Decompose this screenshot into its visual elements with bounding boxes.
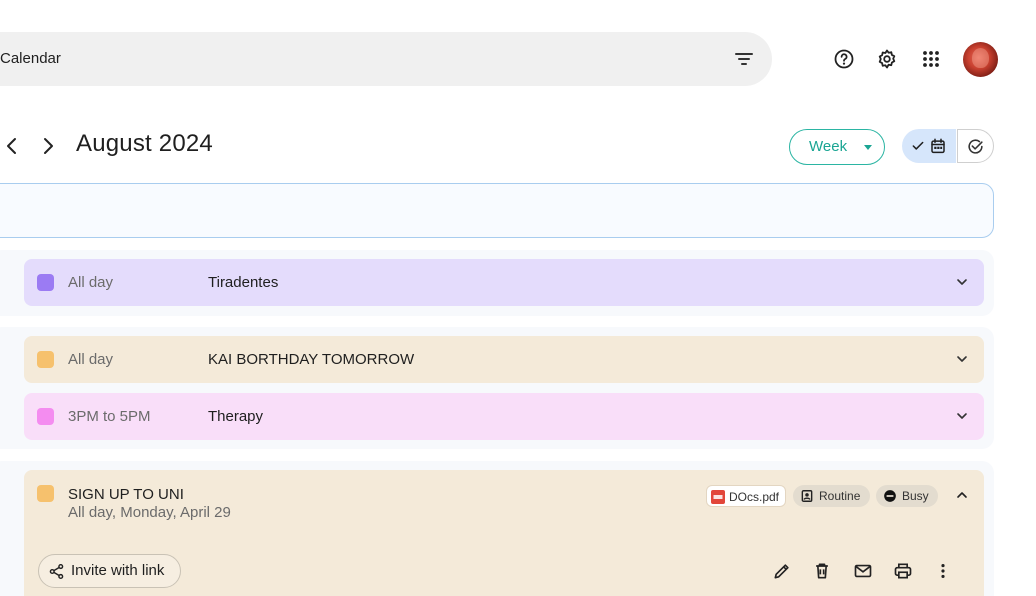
attachment-name: DOcs.pdf	[729, 490, 780, 504]
expanded-event[interactable]: SIGN UP TO UNI All day, Monday, April 29…	[24, 470, 984, 596]
search-bar[interactable]: Calendar	[0, 32, 772, 86]
day-group: All day KAI BORTHDAY TOMORROW 3PM to 5PM…	[0, 327, 994, 449]
calendar-icon	[931, 138, 945, 154]
apps-grid-icon[interactable]	[919, 47, 943, 71]
invite-with-link-button[interactable]: Invite with link	[38, 554, 181, 588]
day-group: SIGN UP TO UNI All day, Monday, April 29…	[0, 461, 994, 596]
event-title: Tiradentes	[208, 274, 279, 291]
mail-icon[interactable]	[853, 561, 873, 581]
month-title: August 2024	[76, 130, 213, 157]
edit-icon[interactable]	[772, 561, 792, 581]
chevron-down-icon[interactable]	[954, 351, 970, 367]
check-icon	[912, 141, 924, 150]
event-color-swatch	[37, 274, 54, 291]
tag-label: Routine	[819, 489, 861, 503]
badge-icon	[801, 490, 813, 502]
view-selector-label: Week	[809, 138, 848, 155]
tag-chip[interactable]: Routine	[793, 485, 870, 507]
event-color-swatch	[37, 485, 54, 502]
event-time: All day	[68, 274, 114, 291]
pdf-icon	[711, 490, 725, 504]
view-selector-button[interactable]: Week	[789, 129, 885, 165]
event-row[interactable]: 3PM to 5PM Therapy	[24, 393, 984, 440]
quick-add-input[interactable]	[0, 183, 994, 238]
event-title: Therapy	[208, 408, 264, 425]
event-time: All day	[68, 351, 114, 368]
busy-icon	[884, 490, 896, 502]
event-color-swatch	[37, 408, 54, 425]
event-title: KAI BORTHDAY TOMORROW	[208, 351, 415, 368]
day-group: All day Tiradentes	[0, 250, 994, 316]
attachment-chip[interactable]: DOcs.pdf	[706, 485, 786, 507]
avatar[interactable]	[963, 42, 998, 77]
gear-icon[interactable]	[875, 47, 899, 71]
filter-icon[interactable]	[732, 47, 756, 71]
tasks-view-toggle[interactable]	[957, 129, 994, 163]
status-label: Busy	[902, 489, 929, 503]
event-row[interactable]: All day KAI BORTHDAY TOMORROW	[24, 336, 984, 383]
chevron-up-icon[interactable]	[954, 487, 970, 503]
search-text: Calendar	[0, 50, 61, 67]
chevron-down-icon[interactable]	[954, 408, 970, 424]
chevron-right-icon[interactable]	[36, 134, 60, 158]
chevron-left-icon[interactable]	[0, 134, 24, 158]
event-row[interactable]: All day Tiradentes	[24, 259, 984, 306]
help-icon[interactable]	[832, 47, 856, 71]
invite-label: Invite with link	[71, 562, 165, 579]
print-icon[interactable]	[893, 561, 913, 581]
share-icon	[49, 563, 64, 580]
calendar-view-toggle[interactable]	[902, 129, 956, 163]
delete-icon[interactable]	[812, 561, 832, 581]
event-time: 3PM to 5PM	[68, 408, 151, 425]
status-chip[interactable]: Busy	[876, 485, 938, 507]
task-check-icon	[968, 139, 983, 154]
event-color-swatch	[37, 351, 54, 368]
chevron-down-icon[interactable]	[954, 274, 970, 290]
event-subtitle: All day, Monday, April 29	[68, 504, 231, 521]
event-title: SIGN UP TO UNI	[68, 486, 184, 503]
caret-down-icon	[864, 145, 872, 150]
more-vert-icon[interactable]	[933, 561, 953, 581]
